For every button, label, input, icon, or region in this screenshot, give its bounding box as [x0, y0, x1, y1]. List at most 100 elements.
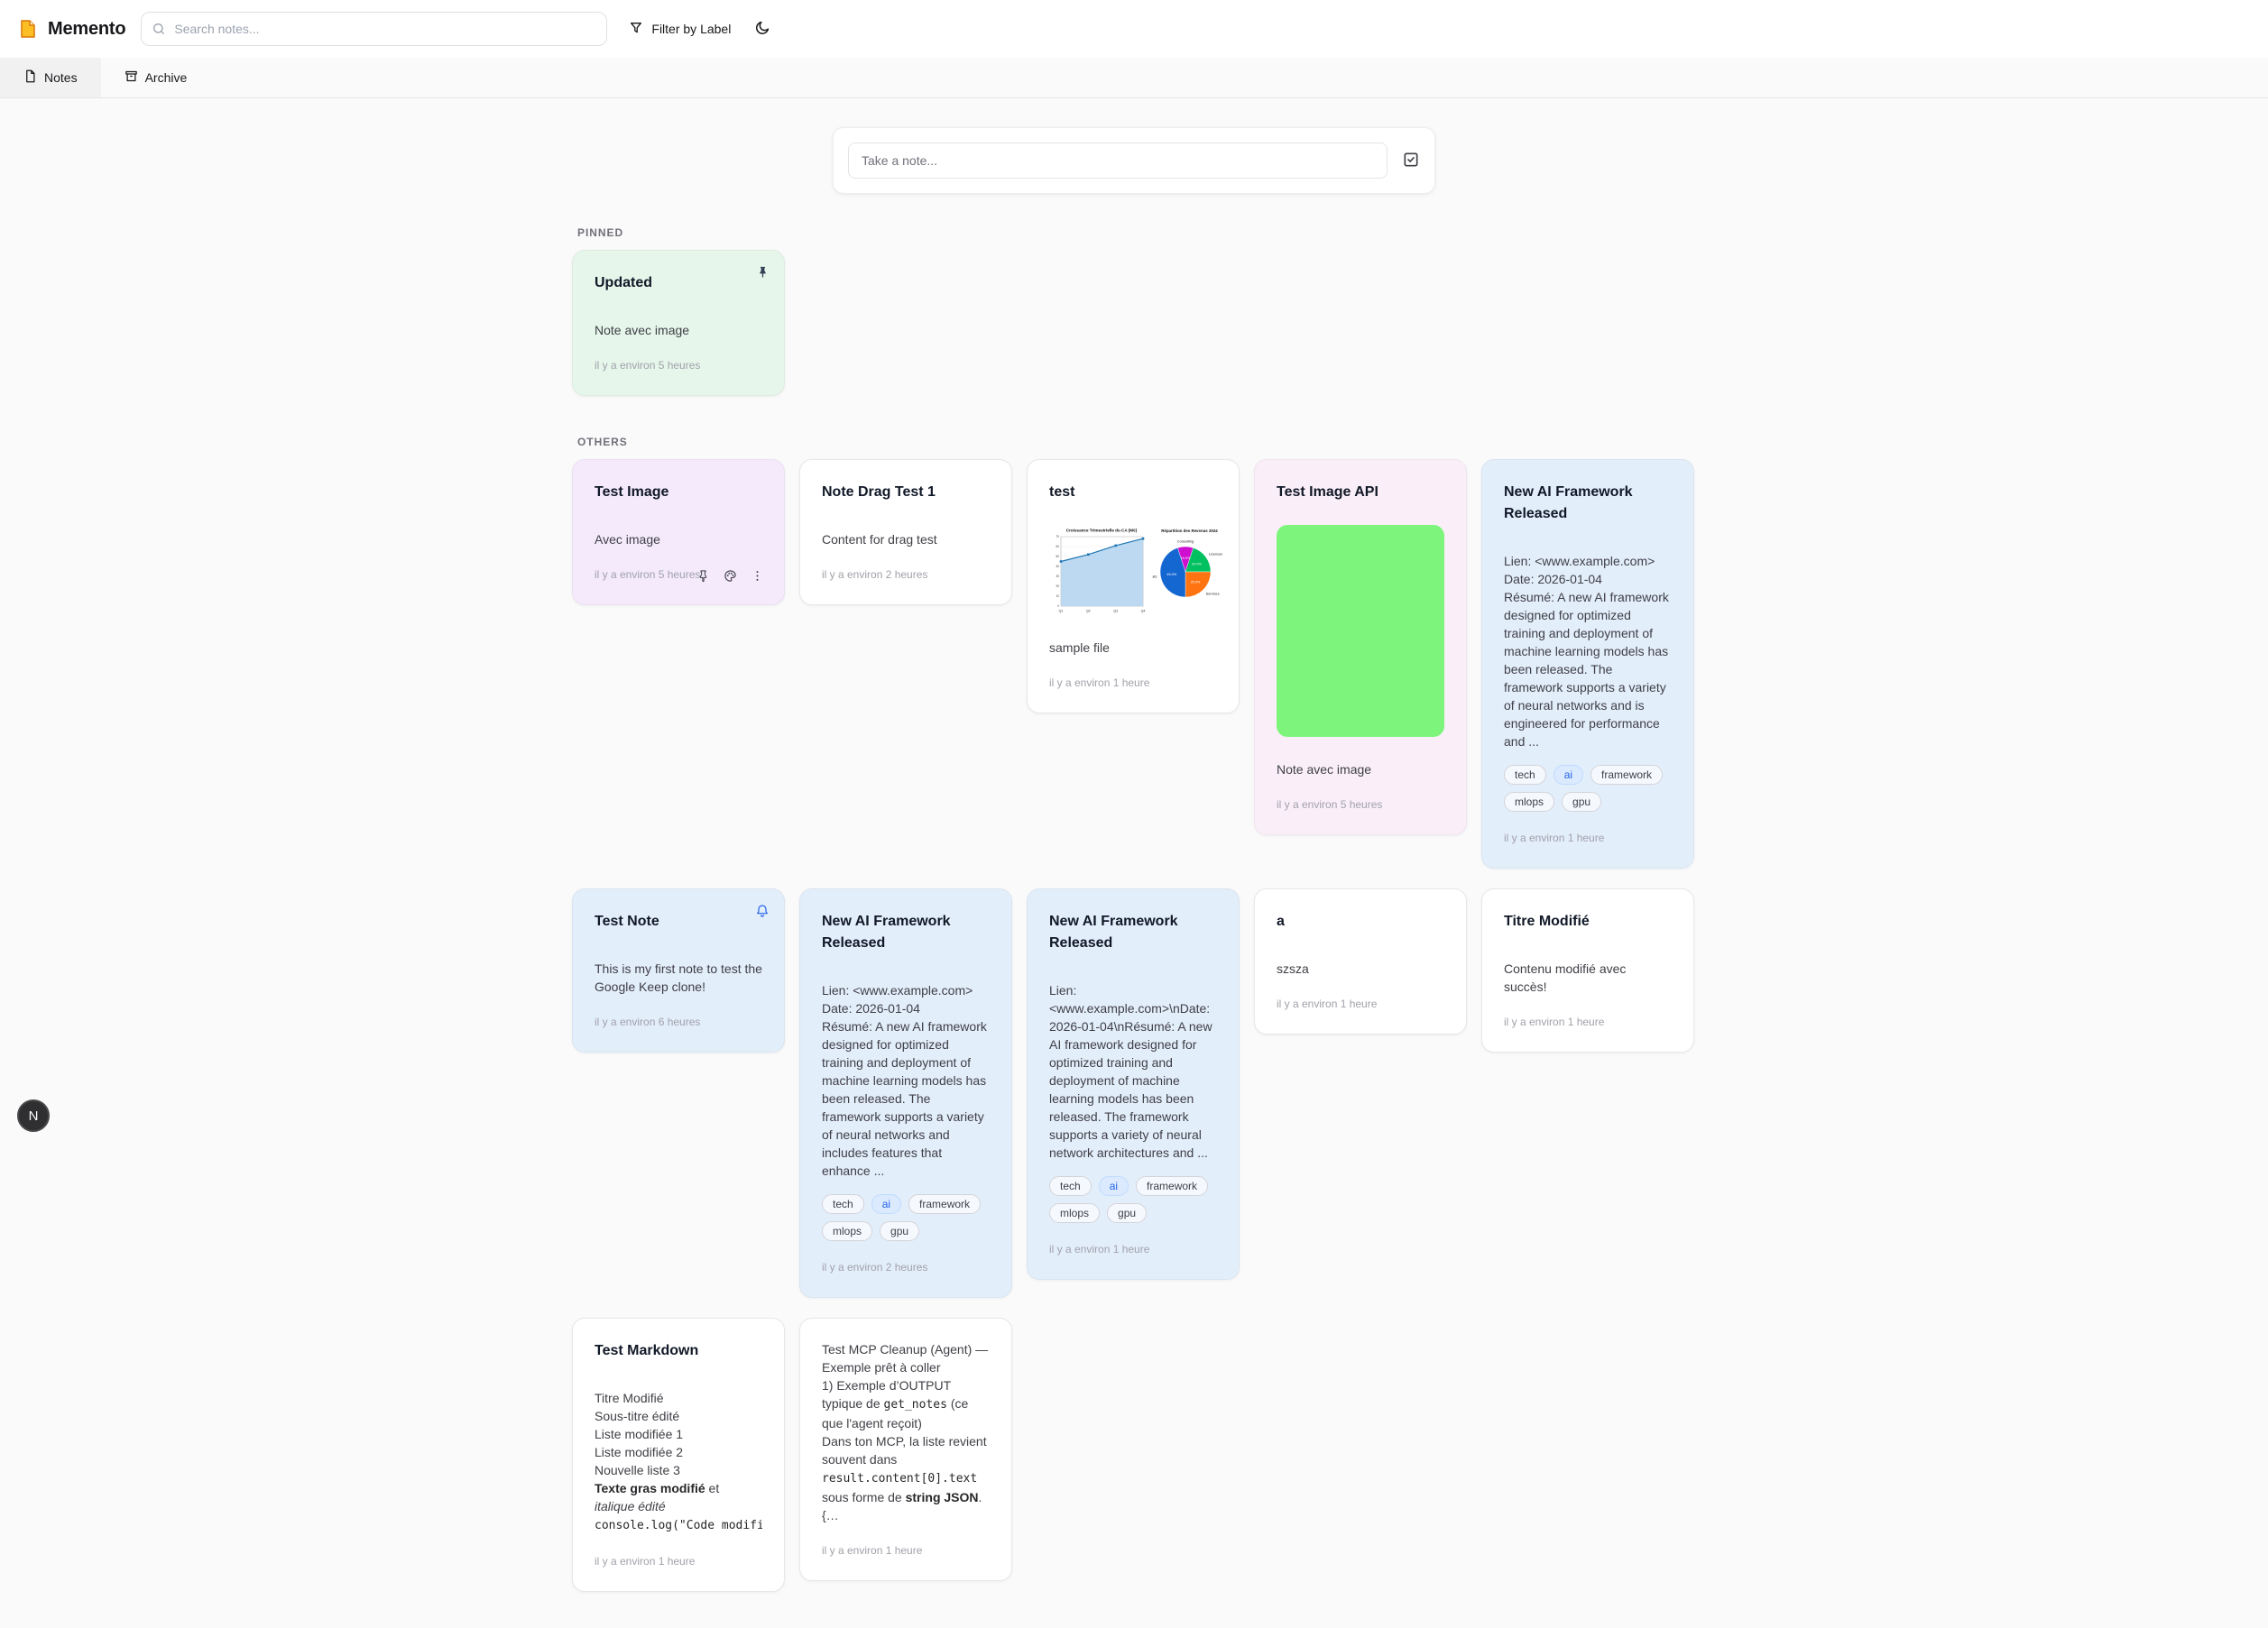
note-body: Lien: <www.example.com>\nDate: 2026-01-0…	[1049, 981, 1217, 1162]
note-card[interactable]: Test Markdown Titre ModifiéSous-titre édi…	[572, 1318, 785, 1592]
section-label-others: OTHERS	[577, 436, 1696, 448]
note-body: sample file	[1049, 639, 1217, 657]
note-title: test	[1049, 482, 1217, 503]
note-card[interactable]: Test Note This is my first note to test t…	[572, 888, 785, 1053]
note-action-icons	[696, 569, 764, 585]
note-card[interactable]: New AI Framework Released Lien: <www.exam…	[1481, 459, 1694, 869]
note-body: Avec image	[595, 530, 762, 548]
tab-bar: Notes Archive	[0, 58, 2268, 98]
label-tag[interactable]: gpu	[880, 1221, 919, 1241]
note-footer: il y a environ 5 heures	[595, 357, 762, 373]
label-tag[interactable]: tech	[1049, 1176, 1092, 1196]
app-logo-note-icon	[17, 18, 39, 40]
note-body: Contenu modifié avec succès!	[1504, 960, 1672, 996]
label-tag[interactable]: mlops	[822, 1221, 872, 1241]
svg-text:45.0%: 45.0%	[1166, 573, 1176, 576]
growth-chart-attachment[interactable]: Croissance Trimestrielle du CA (M€) 0102…	[1049, 525, 1147, 615]
note-footer: il y a environ 1 heure	[822, 1542, 990, 1559]
dark-mode-toggle[interactable]	[749, 14, 776, 44]
tab-archive[interactable]: Archive	[101, 58, 211, 97]
svg-text:40: 40	[1056, 565, 1059, 568]
note-timestamp: il y a environ 1 heure	[1504, 1016, 1604, 1028]
moon-icon	[754, 20, 770, 39]
label-tag[interactable]: tech	[822, 1194, 864, 1214]
note-body: Test MCP Cleanup (Agent) — Exemple prêt …	[822, 1340, 990, 1524]
others-notes-grid: Test Image Avec image il y a environ 5 heu…	[572, 459, 1696, 1592]
note-body: Titre ModifiéSous-titre éditéListe modif…	[595, 1389, 762, 1535]
note-title: Test Note	[595, 911, 762, 933]
label-tag[interactable]: tech	[1504, 765, 1546, 785]
note-card[interactable]: Note Drag Test 1Content for drag testil …	[799, 459, 1012, 605]
note-card[interactable]: Titre ModifiéContenu modifié avec succès…	[1481, 888, 1694, 1053]
label-tag[interactable]: framework	[908, 1194, 981, 1214]
avatar[interactable]: N	[17, 1099, 50, 1132]
label-tag[interactable]: gpu	[1562, 792, 1601, 812]
more-options-icon[interactable]	[751, 569, 764, 585]
note-composer	[833, 127, 1435, 194]
note-footer: il y a environ 1 heure	[1504, 1014, 1672, 1030]
note-title: Note Drag Test 1	[822, 482, 990, 503]
take-note-input[interactable]	[848, 143, 1388, 179]
filter-by-label-button[interactable]: Filter by Label	[623, 15, 736, 43]
note-footer: il y a environ 1 heure	[595, 1553, 762, 1569]
pin-icon[interactable]	[696, 569, 710, 585]
note-title: New AI Framework Released	[822, 911, 990, 954]
note-title: New AI Framework Released	[1504, 482, 1672, 525]
label-tag[interactable]: framework	[1136, 1176, 1208, 1196]
svg-text:20.0%: 20.0%	[1192, 562, 1202, 566]
label-tag[interactable]: ai	[871, 1194, 901, 1214]
label-tag[interactable]: mlops	[1504, 792, 1554, 812]
note-title: Test Markdown	[595, 1340, 762, 1362]
pie-chart-attachment[interactable]: Répartition des Revenus 2024 Consulting1…	[1152, 525, 1227, 606]
note-body: Lien: <www.example.com>Date: 2026-01-04R…	[1504, 552, 1672, 750]
label-tag[interactable]: ai	[1099, 1176, 1129, 1196]
svg-text:25.0%: 25.0%	[1191, 580, 1201, 584]
note-card[interactable]: New AI Framework Released Lien: <www.exam…	[799, 888, 1012, 1298]
svg-text:Produits: Produits	[1152, 575, 1157, 579]
note-timestamp: il y a environ 2 heures	[822, 1261, 927, 1274]
svg-text:Licences: Licences	[1209, 551, 1222, 556]
tab-notes[interactable]: Notes	[0, 58, 101, 97]
new-checklist-button[interactable]	[1402, 151, 1420, 171]
label-tag[interactable]: ai	[1553, 765, 1583, 785]
note-image-attachment[interactable]	[1277, 525, 1444, 737]
search-input[interactable]	[141, 12, 607, 46]
app-header: Memento Filter by Label	[0, 0, 2268, 58]
note-body: This is my first note to test the Google…	[595, 960, 762, 996]
note-footer: il y a environ 5 heures	[1277, 796, 1444, 813]
note-timestamp: il y a environ 5 heures	[595, 359, 700, 372]
checklist-icon	[1402, 158, 1420, 171]
label-tag[interactable]: gpu	[1107, 1203, 1147, 1223]
note-title: Test Image API	[1277, 482, 1444, 503]
reminder-bell-icon[interactable]	[755, 904, 770, 921]
note-timestamp: il y a environ 5 heures	[595, 568, 700, 581]
svg-text:Croissance Trimestrielle du CA: Croissance Trimestrielle du CA (M€)	[1066, 529, 1138, 533]
note-card[interactable]: Test Image APINote avec imageil y a envi…	[1254, 459, 1467, 835]
filter-by-label-text: Filter by Label	[651, 22, 731, 36]
tab-archive-label: Archive	[145, 70, 188, 85]
svg-text:Q3: Q3	[1113, 610, 1118, 613]
archive-icon	[124, 69, 138, 86]
file-icon	[23, 69, 37, 86]
note-timestamp: il y a environ 1 heure	[1504, 832, 1604, 844]
note-footer: il y a environ 1 heure	[1049, 1241, 1217, 1257]
note-card[interactable]: New AI Framework ReleasedLien: <www.exam…	[1027, 888, 1240, 1280]
note-card[interactable]: Test Image Avec image il y a environ 5 heu…	[572, 459, 785, 605]
label-tag[interactable]: mlops	[1049, 1203, 1100, 1223]
palette-icon[interactable]	[724, 569, 737, 585]
tab-notes-label: Notes	[44, 70, 78, 85]
note-card[interactable]: test Croissance Trimestrielle du CA (M€)…	[1027, 459, 1240, 713]
pin-icon[interactable]	[756, 265, 770, 281]
svg-text:Services: Services	[1206, 591, 1220, 595]
note-title: Updated	[595, 272, 762, 294]
note-timestamp: il y a environ 1 heure	[595, 1555, 695, 1568]
note-card[interactable]: Test MCP Cleanup (Agent) — Exemple prêt …	[799, 1318, 1012, 1581]
svg-text:Répartition des Revenus 2024: Répartition des Revenus 2024	[1161, 529, 1218, 533]
note-title: Test Image	[595, 482, 762, 503]
note-body: Lien: <www.example.com>Date: 2026-01-04R…	[822, 981, 990, 1180]
note-card[interactable]: aszszail y a environ 1 heure	[1254, 888, 1467, 1035]
note-card[interactable]: Updated Note avec image il y a environ 5 h…	[572, 250, 785, 396]
label-tag[interactable]: framework	[1590, 765, 1663, 785]
app-title: Memento	[48, 19, 125, 40]
note-body: Note avec image	[595, 321, 762, 339]
